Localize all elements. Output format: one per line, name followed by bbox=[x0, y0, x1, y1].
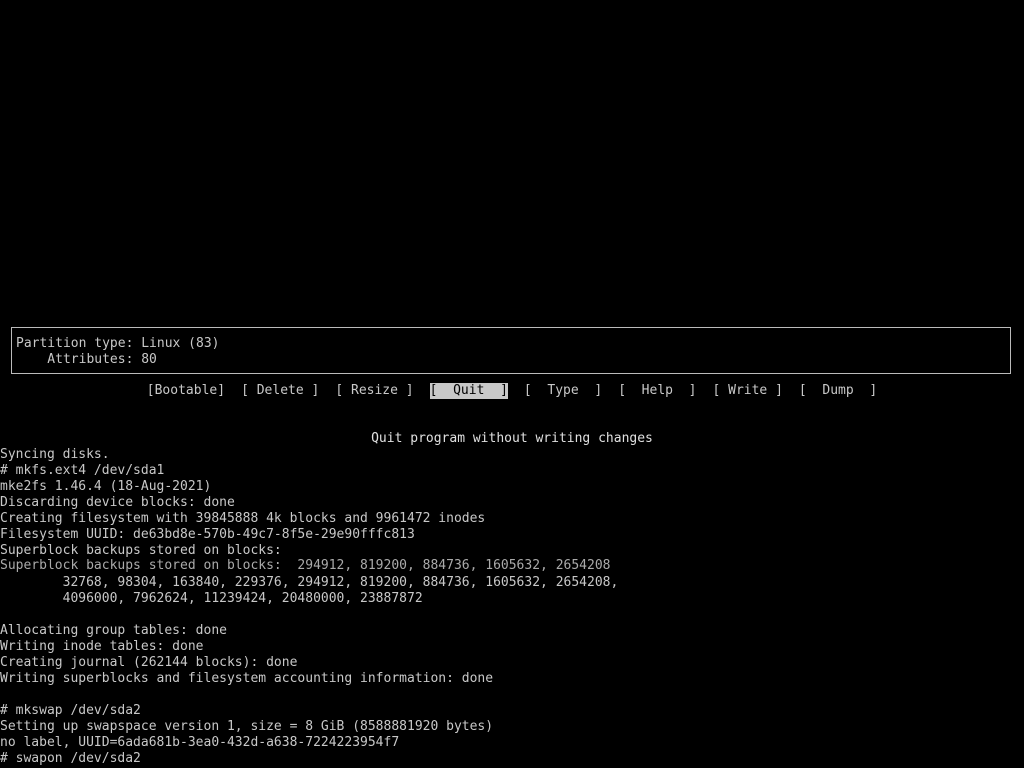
menu-bar: [Bootable] [ Delete ] [ Resize ] [ Quit ] [ … bbox=[0, 383, 1024, 399]
write-button[interactable]: [ Write ] bbox=[712, 383, 782, 399]
resize-button[interactable]: [ Resize ] bbox=[335, 383, 413, 399]
quit-button[interactable]: [ Quit ] bbox=[429, 383, 508, 399]
console-line: Writing superblocks and filesystem accou… bbox=[0, 671, 494, 686]
console-overlap-line: Superblock backups stored on blocks: 294… bbox=[0, 558, 611, 572]
console-line: Syncing disks. bbox=[0, 447, 110, 462]
console-line: # swapon /dev/sda2 bbox=[0, 751, 141, 766]
type-button[interactable]: [ Type ] bbox=[524, 383, 602, 399]
partition-info-box: Partition type: Linux (83) Attributes: 8… bbox=[11, 327, 1011, 374]
console-line: Creating filesystem with 39845888 4k blo… bbox=[0, 511, 486, 526]
console-line: # mkfs.ext4 /dev/sda1 bbox=[0, 463, 165, 478]
help-button[interactable]: [ Help ] bbox=[618, 383, 696, 399]
console-line: Discarding device blocks: done bbox=[0, 495, 235, 510]
console-line: # mkswap /dev/sda2 bbox=[0, 703, 141, 718]
console-line: 4096000, 7962624, 11239424, 20480000, 23… bbox=[0, 591, 423, 606]
bootable-button[interactable]: [Bootable] bbox=[147, 383, 225, 399]
terminal-screen: { "partition_info": { "type_line": "Part… bbox=[0, 0, 1024, 768]
console-line: Filesystem UUID: de63bd8e-570b-49c7-8f5e… bbox=[0, 527, 415, 542]
console-line: no label, UUID=6ada681b-3ea0-432d-a638-7… bbox=[0, 735, 400, 750]
partition-type-text: Partition type: Linux (83) bbox=[16, 336, 220, 351]
dump-button[interactable]: [ Dump ] bbox=[799, 383, 877, 399]
menu-hint: Quit program without writing changes bbox=[371, 431, 653, 446]
partition-attributes-text: Attributes: 80 bbox=[16, 352, 157, 367]
delete-button[interactable]: [ Delete ] bbox=[241, 383, 319, 399]
console-line: Setting up swapspace version 1, size = 8… bbox=[0, 719, 494, 734]
console-line: Allocating group tables: done bbox=[0, 623, 227, 638]
console-line: mke2fs 1.46.4 (18-Aug-2021) bbox=[0, 479, 212, 494]
console-line: Creating journal (262144 blocks): done bbox=[0, 655, 298, 670]
console-line: Writing inode tables: done bbox=[0, 639, 204, 654]
console-line: 32768, 98304, 163840, 229376, 294912, 81… bbox=[0, 575, 619, 590]
console-output: Syncing disks. # mkfs.ext4 /dev/sda1 mke2f… bbox=[0, 447, 1024, 767]
console-line: Superblock backups stored on blocks: bbox=[0, 543, 282, 558]
